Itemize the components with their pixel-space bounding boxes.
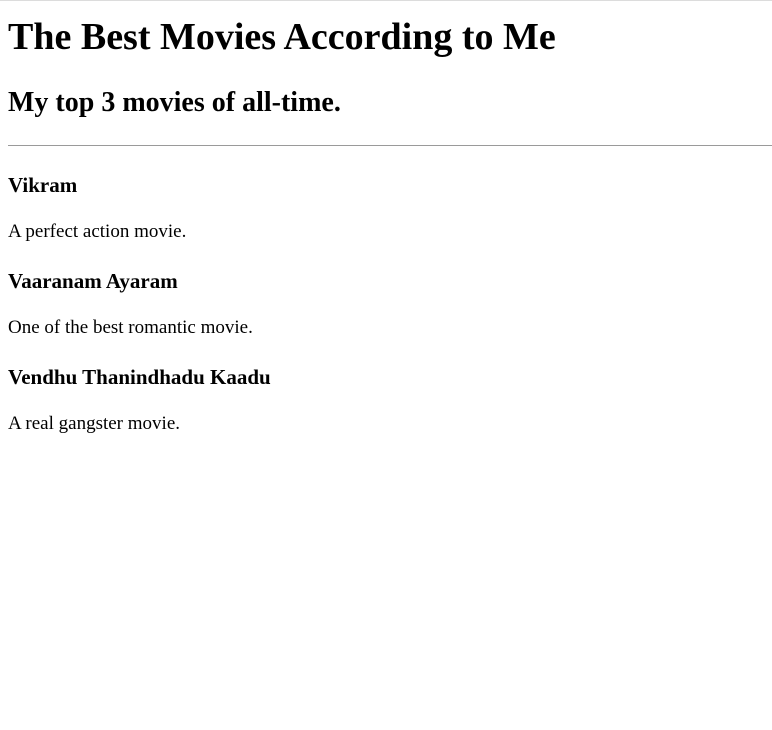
divider (8, 145, 772, 146)
page-content: The Best Movies According to Me My top 3… (0, 15, 772, 436)
movie-entry-3: Vendhu Thanindhadu Kaadu A real gangster… (8, 364, 772, 436)
movie-description: A real gangster movie. (8, 413, 181, 434)
movie-entry-1: Vikram A perfect action movie. (8, 172, 772, 244)
movie-title: Vikram (8, 173, 78, 197)
page-title: The Best Movies According to Me (8, 16, 556, 58)
movie-description: A perfect action movie. (8, 221, 187, 242)
movie-description: One of the best romantic movie. (8, 317, 253, 338)
top-border (0, 0, 772, 1)
page-subtitle: My top 3 movies of all-time. (8, 87, 341, 118)
movie-title: Vaaranam Ayaram (8, 269, 178, 293)
movie-title: Vendhu Thanindhadu Kaadu (8, 365, 271, 389)
movie-entry-2: Vaaranam Ayaram One of the best romantic… (8, 268, 772, 340)
